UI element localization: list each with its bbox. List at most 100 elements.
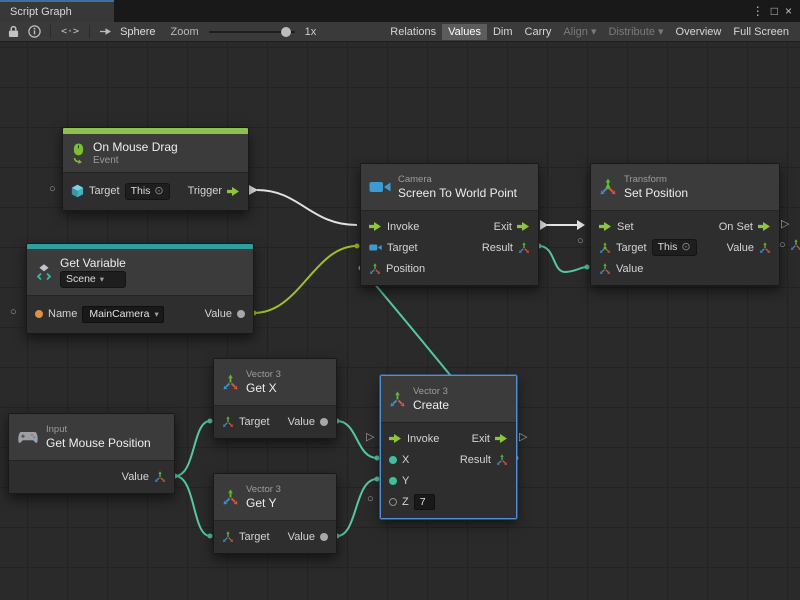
get-variable-icon (35, 263, 53, 281)
vector3-port-icon[interactable] (369, 263, 381, 275)
toolbar-button-dim[interactable]: Dim (487, 24, 519, 40)
tab-script-graph[interactable]: Script Graph (0, 0, 114, 22)
port-y-label: Y (402, 475, 409, 487)
y-in-port[interactable] (389, 477, 397, 485)
code-preview-icon[interactable]: <·> (57, 26, 83, 37)
value-out-port[interactable] (237, 310, 245, 318)
toolbar-button-values[interactable]: Values (442, 24, 487, 40)
vector3-port-icon[interactable] (154, 471, 166, 483)
zoom-slider-handle[interactable] (281, 27, 291, 37)
port-row: Value (591, 258, 779, 279)
flow-in-icon[interactable] (599, 221, 612, 232)
graph-canvas[interactable]: ○ ○ ○ ▷ ○ ▷ ▷ ○ On Mouse Drag Event Targ… (0, 42, 800, 600)
zoom-slider[interactable] (209, 31, 295, 33)
toolbar-button-full-screen[interactable]: Full Screen (727, 24, 795, 40)
value-out-port[interactable] (320, 533, 328, 541)
port-row: X Result (381, 449, 516, 470)
z-in-port[interactable] (389, 498, 397, 506)
port-circle[interactable]: ○ (49, 184, 56, 195)
toolbar: <·> Sphere Zoom 1x RelationsValuesDimCar… (0, 22, 800, 42)
camera-port-icon[interactable] (369, 243, 382, 252)
window-close-icon[interactable]: × (785, 5, 792, 17)
this-chip[interactable]: This ⊙ (652, 239, 697, 256)
flow-out-icon[interactable] (517, 221, 530, 232)
port-circle[interactable]: ○ (367, 494, 374, 505)
lock-icon[interactable] (5, 25, 22, 38)
flow-out-icon[interactable] (495, 433, 508, 444)
node-set-position[interactable]: Transform Set Position Set On Set Target… (590, 163, 780, 286)
node-create-vector3[interactable]: Vector 3 Create Invoke Exit X Result (380, 375, 517, 519)
node-title: On Mouse Drag (93, 140, 178, 154)
node-get-x[interactable]: Vector 3 Get X Target Value (213, 358, 337, 439)
value-out-port[interactable] (320, 418, 328, 426)
window-menu-icon[interactable]: ⋮ (752, 5, 764, 17)
port-value-out-label: Value (727, 242, 754, 254)
toolbar-button-group: RelationsValuesDimCarryAlign ▾Distribute… (384, 22, 795, 41)
toolbar-button-distribute[interactable]: Distribute ▾ (602, 23, 669, 40)
variable-name-dropdown[interactable]: MainCamera ▾ (82, 306, 163, 323)
node-title: Get Y (246, 496, 281, 510)
transform-port-icon[interactable] (599, 242, 611, 254)
port-arrow[interactable]: ▷ (781, 219, 789, 230)
port-circle[interactable]: ○ (10, 307, 17, 318)
port-arrow[interactable]: ▷ (366, 432, 374, 443)
window-controls: ⋮ □ × (752, 0, 800, 22)
port-trigger-label: Trigger (188, 185, 222, 197)
vector3-port-icon[interactable] (496, 454, 508, 466)
info-icon[interactable] (25, 25, 44, 38)
x-in-port[interactable] (389, 456, 397, 464)
node-get-mouse-position[interactable]: Input Get Mouse Position Value (8, 413, 175, 494)
port-target-label: Target (387, 242, 418, 254)
gameobject-icon[interactable] (71, 184, 84, 198)
this-chip-label: This (131, 185, 151, 198)
tab-title: Script Graph (10, 6, 72, 18)
port-row: Target Value (214, 411, 336, 432)
flow-out-icon[interactable] (758, 221, 771, 232)
port-row: Target Result (361, 237, 538, 258)
graph-pointer-icon (96, 26, 115, 37)
port-position-label: Position (386, 263, 425, 275)
vector3-port-icon[interactable] (222, 416, 234, 428)
port-circle[interactable]: ○ (577, 236, 584, 247)
this-target-icon: ⊙ (154, 186, 163, 197)
port-target-label: Target (239, 531, 270, 543)
camera-icon (369, 180, 391, 194)
flow-in-icon[interactable] (389, 433, 402, 444)
vector3-port-icon[interactable] (222, 531, 234, 543)
node-screen-to-world-point[interactable]: Camera Screen To World Point Invoke Exit… (360, 163, 539, 286)
port-circle[interactable]: ○ (779, 240, 786, 251)
port-target-label: Target (239, 416, 270, 428)
z-value-field[interactable]: 7 (414, 494, 435, 510)
variable-scope-dropdown[interactable]: Scene ▾ (60, 271, 126, 288)
window-maximize-icon[interactable]: □ (771, 5, 778, 17)
vector3-port-icon[interactable] (599, 263, 611, 275)
transform-icon (599, 178, 617, 196)
toolbar-button-carry[interactable]: Carry (519, 24, 558, 40)
vector3-port-icon[interactable] (759, 242, 771, 254)
node-on-mouse-drag[interactable]: On Mouse Drag Event Target This ⊙ Trigge… (62, 127, 249, 211)
string-port[interactable] (35, 310, 43, 318)
node-category: Input (46, 424, 151, 435)
flow-out-icon[interactable] (227, 186, 240, 197)
port-x-label: X (402, 454, 409, 466)
toolbar-separator (89, 25, 90, 38)
this-chip[interactable]: This ⊙ (125, 183, 170, 200)
vector3-port-icon[interactable] (518, 242, 530, 254)
flow-in-icon[interactable] (369, 221, 382, 232)
breadcrumb-graph-name[interactable]: Sphere (118, 26, 161, 38)
toolbar-button-overview[interactable]: Overview (670, 24, 728, 40)
port-target-label: Target (89, 185, 120, 197)
toolbar-button-relations[interactable]: Relations (384, 24, 442, 40)
node-get-y[interactable]: Vector 3 Get Y Target Value (213, 473, 337, 554)
port-exit-label: Exit (494, 221, 512, 233)
port-arrow[interactable]: ▷ (519, 432, 527, 443)
node-get-variable[interactable]: Get Variable Scene ▾ Name MainCamera ▾ (26, 243, 254, 334)
port-row: Z 7 (381, 491, 516, 512)
node-title: Create (413, 398, 449, 412)
node-category: Camera (398, 174, 517, 185)
port-invoke-label: Invoke (407, 433, 439, 445)
toolbar-button-align[interactable]: Align ▾ (557, 23, 602, 40)
vector3-port-icon[interactable] (790, 239, 800, 251)
dropdown-arrow-icon: ▾ (100, 273, 104, 286)
port-row: Y (381, 470, 516, 491)
